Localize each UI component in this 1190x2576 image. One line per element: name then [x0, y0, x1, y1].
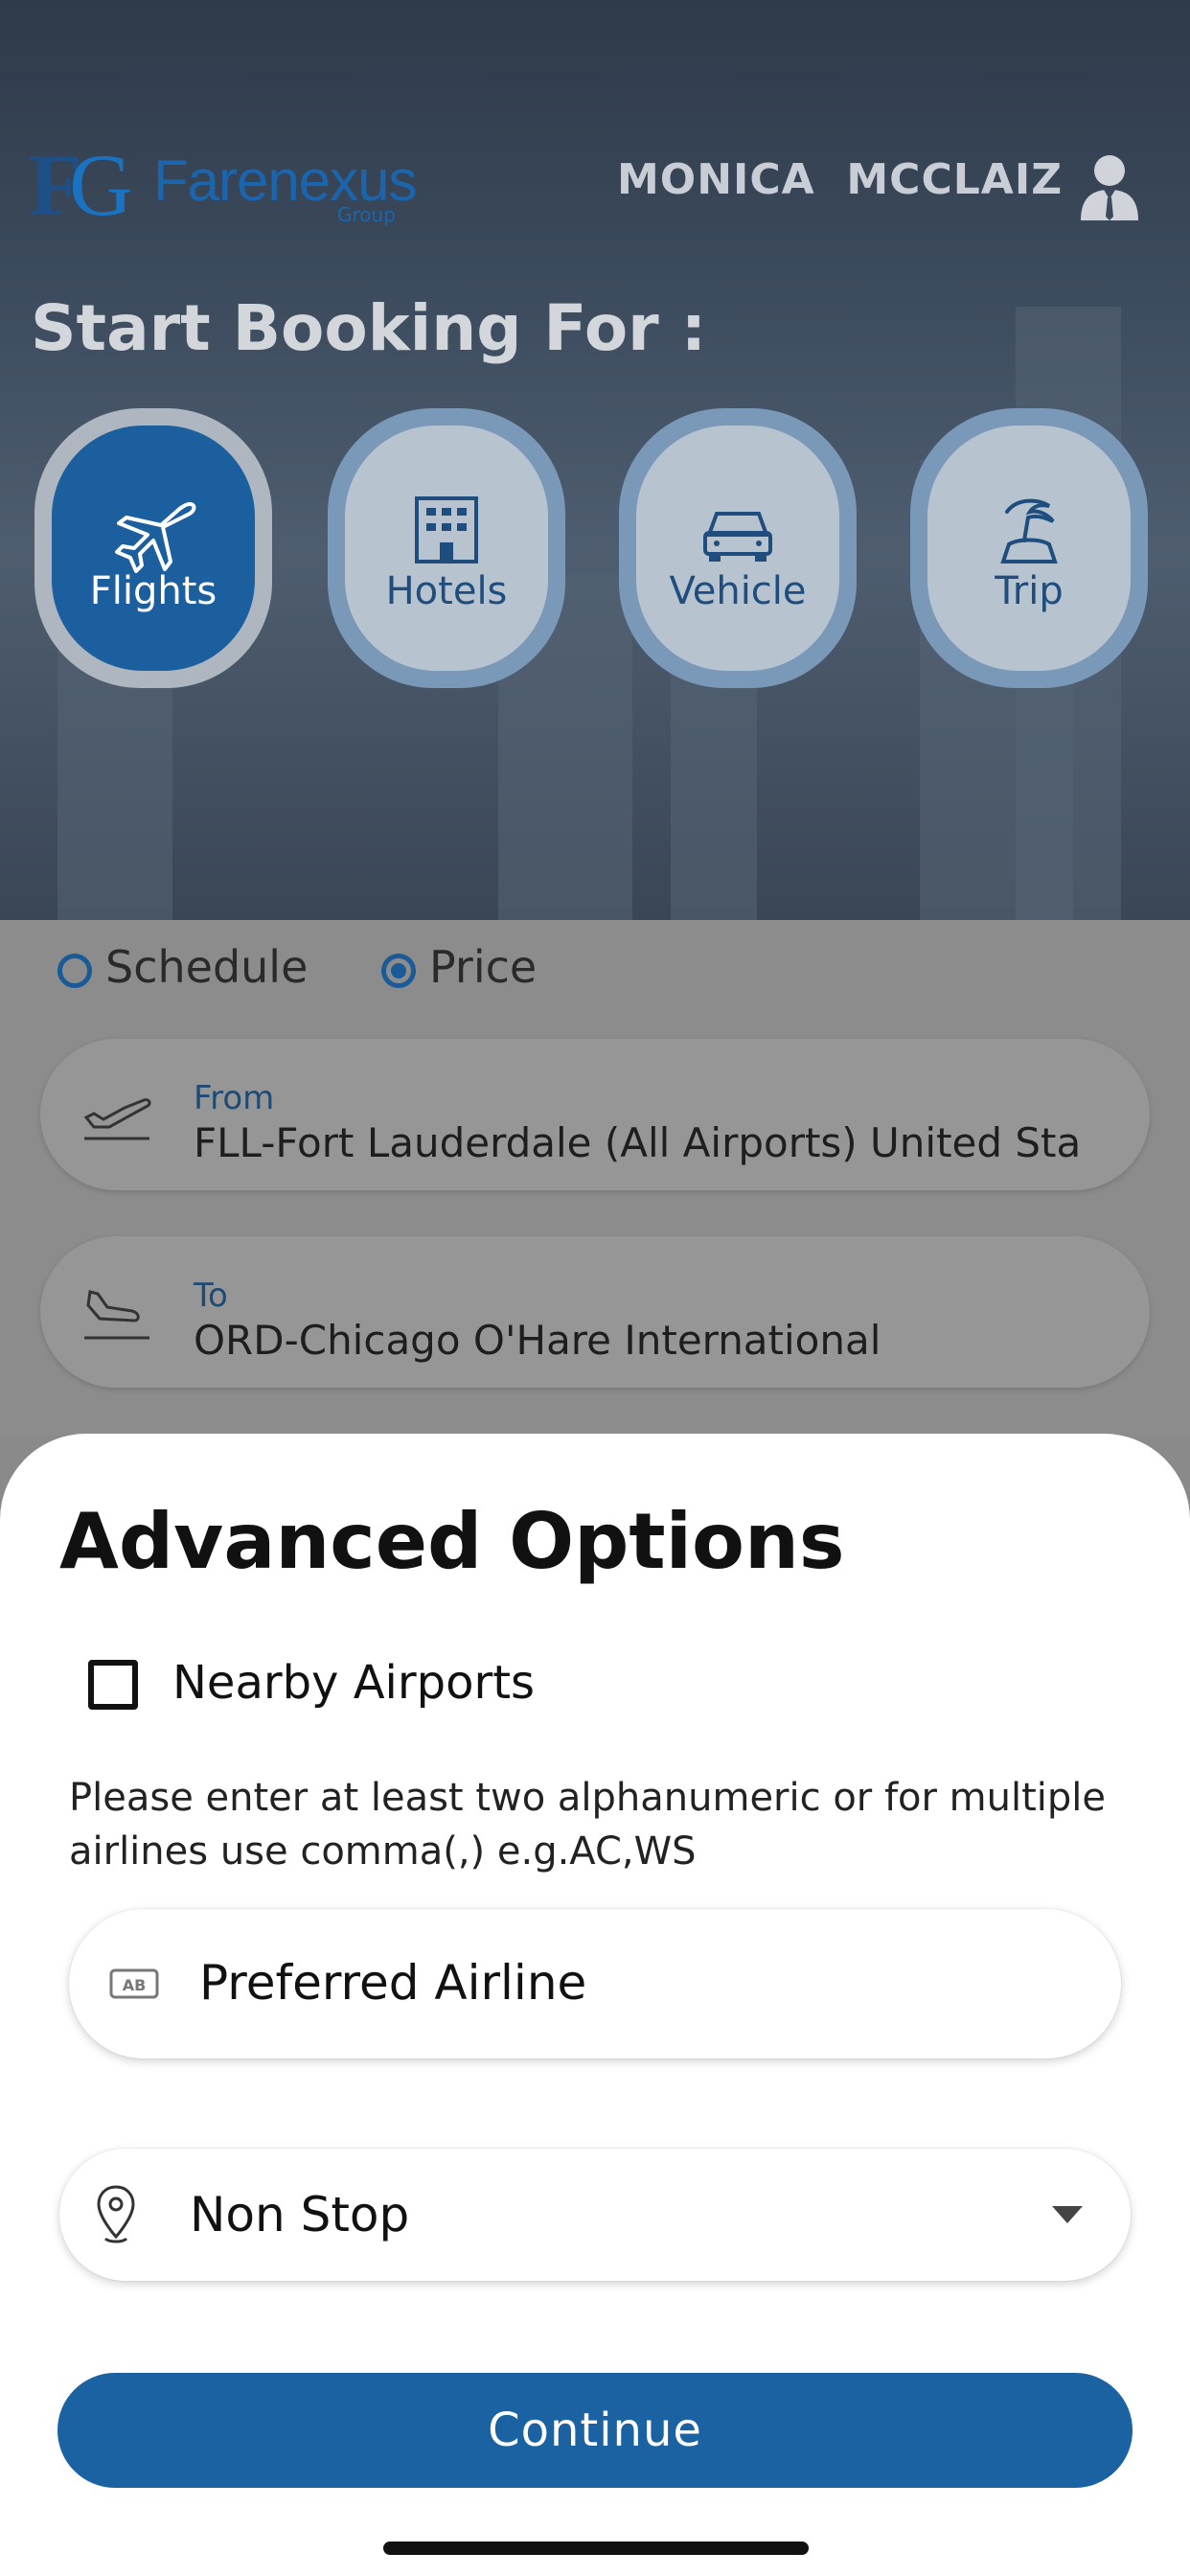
category-flights-inner: Flights [52, 426, 255, 671]
stops-value: Non Stop [190, 2187, 410, 2242]
radio-label: Schedule [105, 941, 309, 993]
landing-icon [80, 1286, 153, 1347]
booking-section-title: Start Booking For : [31, 291, 707, 365]
user-suit-icon[interactable] [1079, 153, 1140, 220]
header-hero: FG Farenexus Group MONICA MCCLAIZ Start … [0, 0, 1190, 920]
to-field[interactable]: To ORD-Chicago O'Hare International [40, 1236, 1150, 1388]
stops-select[interactable]: Non Stop [59, 2149, 1131, 2281]
category-label: Trip [995, 569, 1064, 613]
airline-hint-text: Please enter at least two alphanumeric o… [69, 1776, 1107, 1874]
hotel-icon [413, 494, 480, 567]
category-hotels[interactable]: Hotels [328, 408, 565, 688]
category-label: Flights [89, 569, 217, 613]
preferred-airline-input[interactable]: AB Preferred Airline [69, 1909, 1121, 2058]
brand-logo: FG Farenexus Group [29, 136, 417, 234]
user-name: MONICA MCCLAIZ [617, 155, 1064, 204]
nearby-airports-label[interactable]: Nearby Airports [172, 1656, 535, 1710]
dropdown-arrow-icon [1052, 2206, 1083, 2227]
advanced-options-sheet: Advanced Options Nearby Airports Please … [0, 1434, 1190, 2576]
to-label: To [194, 1276, 228, 1315]
location-pin-icon [94, 2183, 138, 2248]
category-label: Hotels [385, 569, 508, 613]
radio-schedule[interactable]: Schedule [57, 941, 308, 993]
palm-tree-icon [995, 494, 1063, 567]
preferred-airline-placeholder: Preferred Airline [199, 1955, 587, 2011]
category-trip-inner: Trip [927, 426, 1131, 671]
radio-label: Price [429, 941, 538, 993]
continue-button[interactable]: Continue [57, 2373, 1133, 2488]
category-vehicle-inner: Vehicle [636, 426, 839, 671]
category-trip[interactable]: Trip [910, 408, 1148, 688]
sheet-title: Advanced Options [59, 1497, 845, 1586]
category-vehicle[interactable]: Vehicle [619, 408, 857, 688]
plane-icon [109, 496, 197, 577]
from-value: FLL-Fort Lauderdale (All Airports) Unite… [194, 1119, 1082, 1166]
logo-mark: FG [29, 136, 133, 234]
radio-price[interactable]: Price [381, 941, 537, 993]
category-flights[interactable]: Flights [34, 408, 272, 688]
svg-text:AB: AB [123, 1976, 147, 1994]
nearby-airports-checkbox[interactable] [88, 1660, 138, 1710]
car-icon [701, 506, 774, 567]
ab-icon: AB [109, 1966, 159, 2005]
radio-schedule-indicator [57, 953, 92, 988]
from-field[interactable]: From FLL-Fort Lauderdale (All Airports) … [40, 1039, 1150, 1190]
flight-search-form: Schedule Price From FLL-Fort Lauderdale … [0, 920, 1190, 1438]
takeoff-icon [80, 1089, 153, 1146]
category-label: Vehicle [669, 569, 807, 613]
category-hotels-inner: Hotels [345, 426, 548, 671]
from-label: From [194, 1079, 275, 1117]
home-indicator [383, 2542, 809, 2555]
radio-price-indicator [381, 953, 416, 988]
to-value: ORD-Chicago O'Hare International [194, 1317, 881, 1364]
logo-subtitle: Group [337, 203, 396, 226]
